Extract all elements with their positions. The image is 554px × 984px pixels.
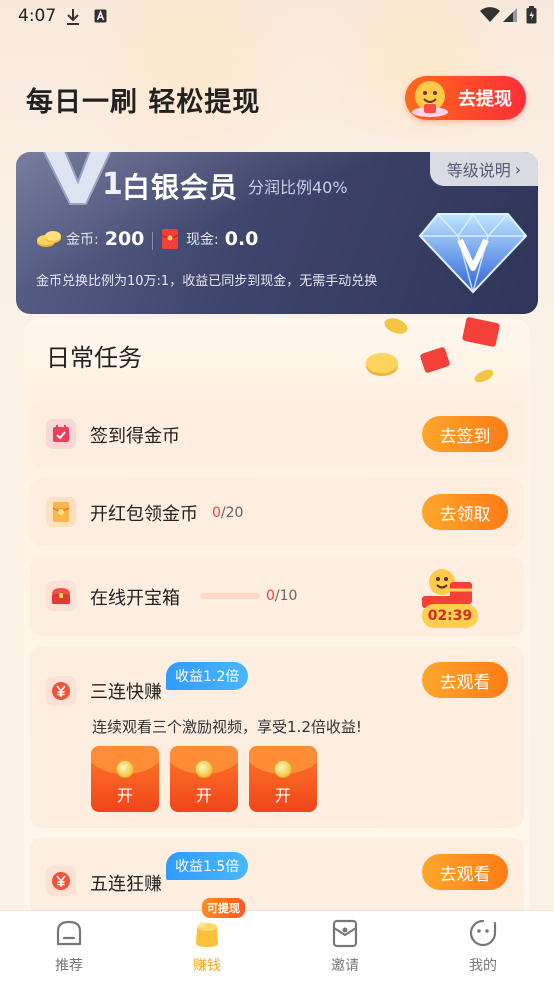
task-name: 签到得金币 [90, 426, 180, 447]
nav-label: 我的 [469, 958, 497, 974]
download-icon [67, 9, 79, 25]
claim-button[interactable]: 去领取 [422, 494, 508, 530]
open-label: 开 [116, 786, 133, 805]
envelope-icon [46, 497, 76, 527]
home-icon [56, 920, 82, 946]
level-badge-icon: 1 [42, 152, 123, 205]
coin-icon [195, 760, 213, 778]
task-sign-in: 签到得金币 去签到 [30, 400, 524, 468]
task-red-envelope: 开红包领金币 0/20 去领取 [30, 478, 524, 546]
task-name: 开红包领金币 [90, 504, 198, 525]
coins-decoration-icon [366, 317, 500, 383]
open-label: 开 [274, 786, 291, 805]
coin-icon [274, 760, 292, 778]
ratio-text: 分润比例40% [248, 178, 348, 197]
keyboard-a-icon [94, 9, 107, 23]
progress-current: 0 [266, 588, 275, 604]
nav-item-earn[interactable]: 赚钱 [138, 911, 276, 984]
status-time: 4:07 [18, 6, 57, 26]
coin-label: 金币: [66, 232, 99, 248]
chevron-right-icon: › [514, 159, 522, 179]
level-help-button[interactable]: 等级说明 › [430, 152, 538, 186]
coin-stat: 金币: 200 [36, 228, 144, 250]
progress-total: /20 [220, 505, 244, 521]
yuan-icon [46, 676, 76, 706]
status-bar: 4:07 [0, 0, 554, 34]
open-envelope-button[interactable]: 开 [249, 746, 317, 812]
open-label: 开 [195, 786, 212, 805]
level-number: 1 [102, 167, 123, 202]
withdrawable-badge: 可提现 [202, 898, 245, 918]
chest-icon [46, 581, 76, 611]
coin-value: 200 [104, 228, 145, 250]
calendar-icon [46, 419, 76, 449]
red-envelope-icon [162, 229, 178, 249]
watch-button[interactable]: 去观看 [422, 854, 508, 890]
diamond-icon [418, 212, 528, 294]
level-name: 白银会员 [122, 171, 239, 204]
nav-item-invite[interactable]: 邀请 [276, 911, 414, 984]
multiplier-badge: 收益1.2倍 [166, 662, 249, 690]
nav-item-recommend[interactable]: 推荐 [0, 911, 138, 984]
member-card: 1 白银会员 分润比例40% 等级说明 › 金币: 200 现金: 0.0 金币… [16, 152, 538, 314]
open-envelope-button[interactable]: 开 [170, 746, 238, 812]
task-triple-watch: 三连快赚 收益1.2倍 去观看 连续观看三个激励视频，享受1.2倍收益! 开 开… [30, 646, 524, 828]
chest-timer: 02:39 [422, 604, 478, 628]
coin-bag-icon [196, 922, 218, 947]
cash-value: 0.0 [224, 228, 259, 250]
progress-total: /10 [274, 588, 298, 604]
coin-icon [116, 760, 134, 778]
yuan-icon [46, 866, 76, 896]
progress-track [200, 593, 260, 599]
task-name: 三连快赚 [90, 682, 162, 703]
multiplier-badge: 收益1.5倍 [166, 852, 249, 880]
progress-current: 0 [212, 505, 221, 521]
task-progress: 0/10 [266, 588, 297, 604]
withdraw-button[interactable]: 去提现 [405, 76, 526, 120]
level-help-label: 等级说明 [446, 161, 511, 180]
nav-item-me[interactable]: 我的 [414, 911, 552, 984]
page-title: 每日一刷 轻松提现 [26, 87, 261, 118]
battery-icon [526, 6, 537, 24]
bottom-nav: 推荐 赚钱 邀请 我的 [0, 910, 554, 984]
cash-label: 现金: [186, 232, 219, 248]
signal-icon [503, 8, 517, 22]
nav-label: 推荐 [55, 958, 83, 974]
withdraw-label: 去提现 [458, 89, 512, 110]
nav-label: 赚钱 [193, 958, 221, 974]
task-name: 五连狂赚 [90, 874, 162, 895]
tasks-title: 日常任务 [46, 344, 142, 372]
profile-icon [469, 919, 497, 947]
invite-icon [332, 919, 358, 948]
cash-stat: 现金: 0.0 [162, 228, 258, 250]
task-name: 在线开宝箱 [90, 588, 180, 609]
task-progress: 0/20 [212, 505, 243, 521]
stat-divider [152, 232, 153, 250]
wifi-icon [480, 7, 500, 22]
open-envelope-button[interactable]: 开 [91, 746, 159, 812]
watch-button[interactable]: 去观看 [422, 662, 508, 698]
mascot-icon [412, 81, 448, 117]
sign-in-button[interactable]: 去签到 [422, 416, 508, 452]
exchange-note: 金币兑换比例为10万:1，收益已同步到现金，无需手动兑换 [36, 274, 378, 289]
nav-label: 邀请 [331, 958, 359, 974]
coin-stack-icon [37, 231, 61, 247]
task-description: 连续观看三个激励视频，享受1.2倍收益! [92, 718, 362, 736]
